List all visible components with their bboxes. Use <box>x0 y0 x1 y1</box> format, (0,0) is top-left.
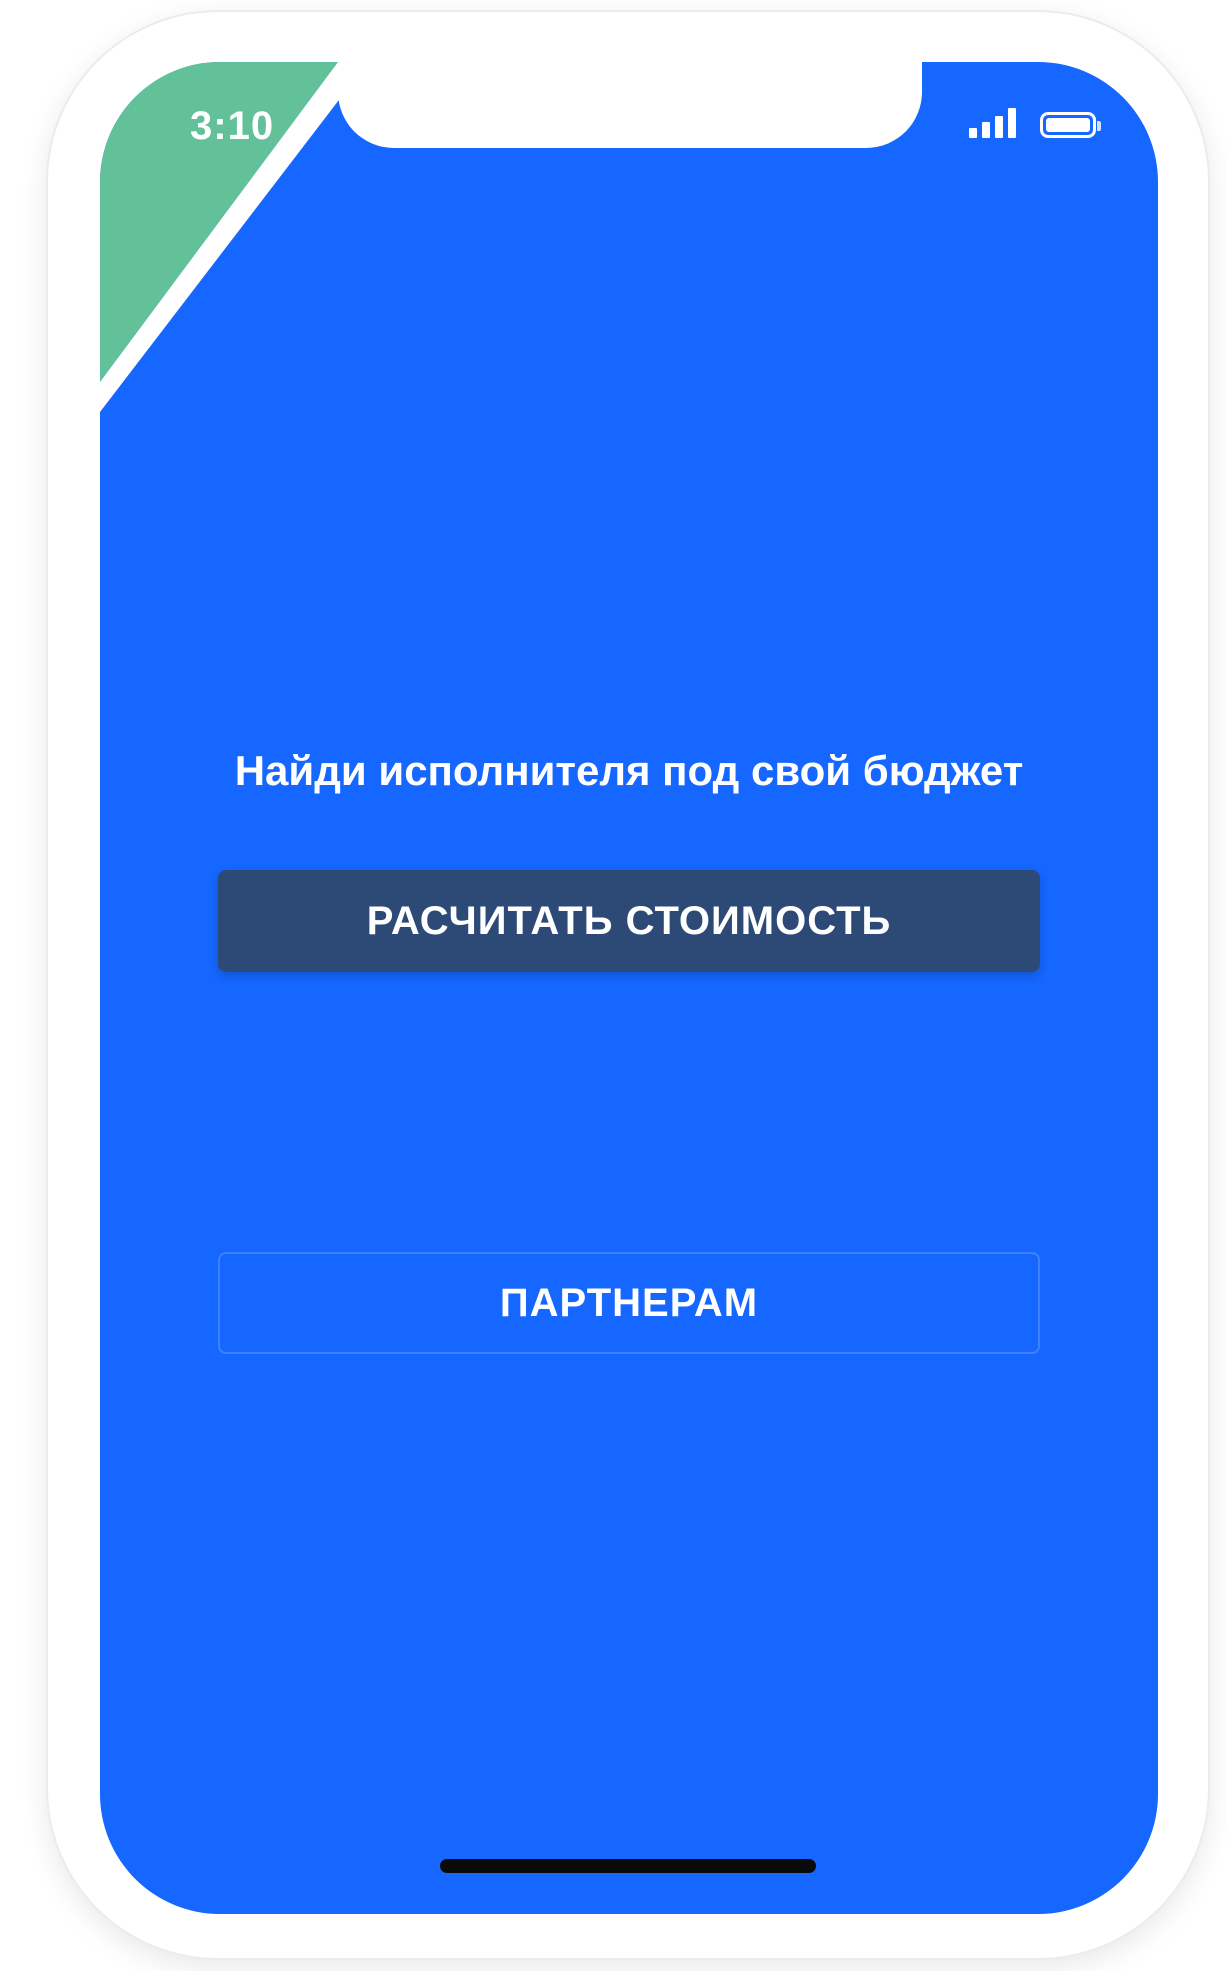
signal-icon <box>969 108 1016 138</box>
home-indicator[interactable] <box>440 1859 816 1873</box>
device-notch <box>338 62 922 148</box>
battery-icon <box>1040 112 1101 138</box>
calculate-cost-button[interactable]: РАСЧИТАТЬ СТОИМОСТЬ <box>218 870 1040 972</box>
page-headline: Найди исполнителя под свой бюджет <box>234 747 1024 794</box>
partners-button[interactable]: ПАРТНЕРАМ <box>218 1252 1040 1354</box>
status-time: 3:10 <box>190 104 275 148</box>
status-icons <box>969 108 1101 138</box>
app-screen: 3:10 Найди исполнителя под свой бюджет Р… <box>100 62 1158 1914</box>
page: 3:10 Найди исполнителя под свой бюджет Р… <box>0 0 1226 1971</box>
